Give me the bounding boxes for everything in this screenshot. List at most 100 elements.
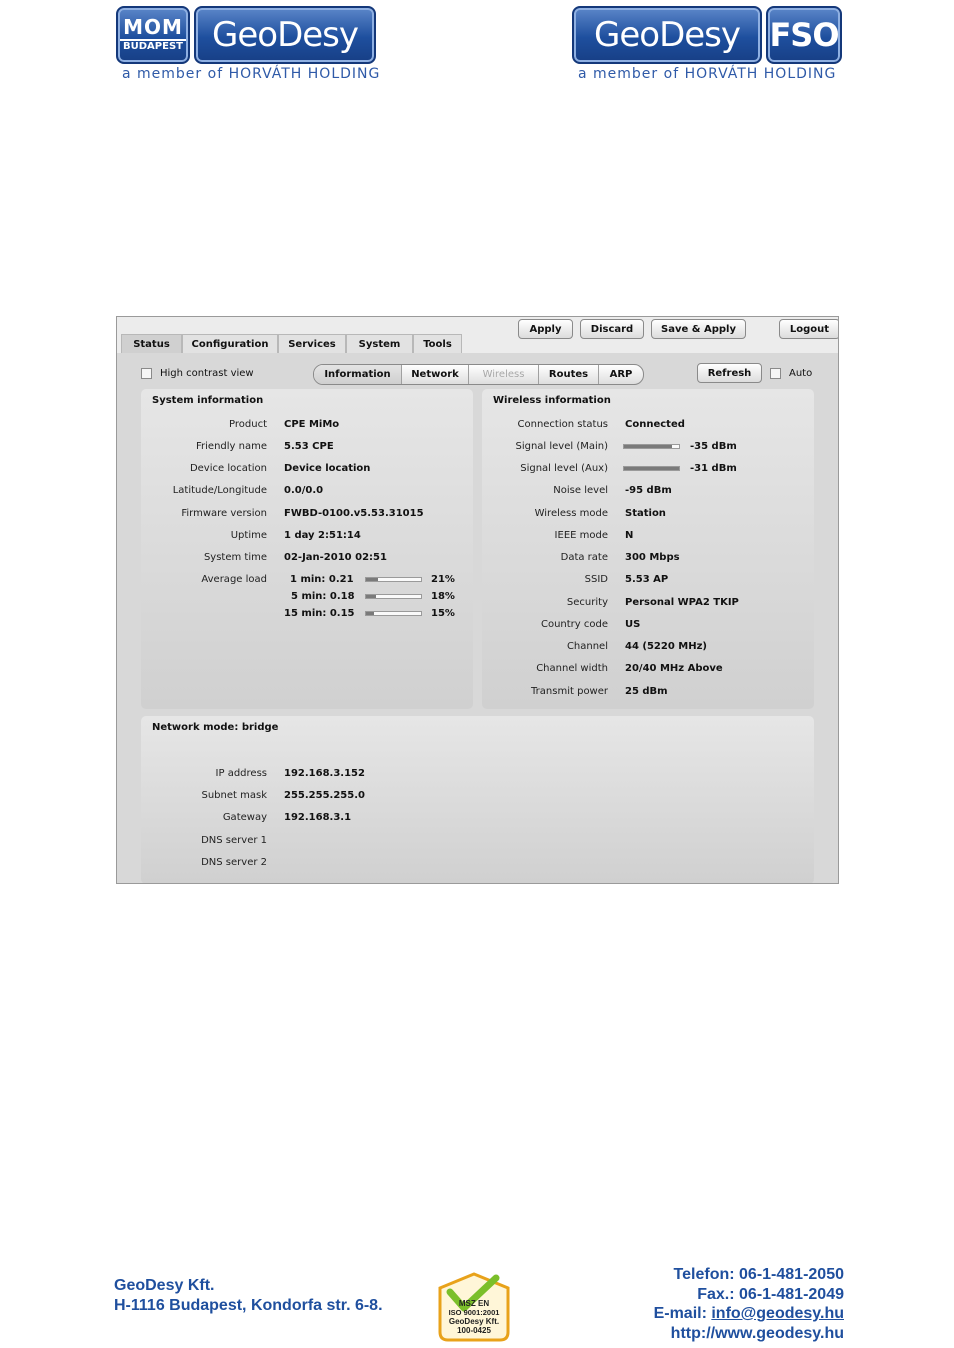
system-information-title: System information xyxy=(152,395,264,406)
load-bar-fill xyxy=(366,612,375,615)
apply-button[interactable]: Apply xyxy=(518,319,573,339)
noise-level-value: -95 dBm xyxy=(625,485,672,496)
subtab-wireless[interactable]: Wireless xyxy=(469,365,539,384)
channel-width-label: Channel width xyxy=(536,663,608,674)
geodesy-fso-logo: GeoDesy FSO a member of HORVÁTH HOLDING xyxy=(572,6,842,82)
high-contrast-checkbox[interactable] xyxy=(141,368,152,379)
gateway-label: Gateway xyxy=(222,812,267,823)
iso-certification-badge: MSZ EN ISO 9001:2001 GeoDesy Kft. 100-04… xyxy=(438,1272,510,1342)
dns-server-2-label: DNS server 2 xyxy=(201,857,267,868)
company-address-block: GeoDesy Kft. H-1116 Budapest, Kondorfa s… xyxy=(114,1276,383,1316)
subtab-network[interactable]: Network xyxy=(402,365,469,384)
subtab-arp[interactable]: ARP xyxy=(599,365,643,384)
gateway-value: 192.168.3.1 xyxy=(284,812,352,823)
signal-aux-value: -31 dBm xyxy=(690,463,737,474)
high-contrast-label: High contrast view xyxy=(160,368,254,379)
friendly-name-row: Friendly name 5.53 CPE xyxy=(141,441,473,453)
load-5min-percent: 18% xyxy=(431,591,455,602)
system-information-panel: System information Product CPE MiMo Frie… xyxy=(141,389,473,709)
dns-server-2-row: DNS server 2 xyxy=(141,857,473,869)
device-location-row: Device location Device location xyxy=(141,463,473,475)
channel-row: Channel 44 (5220 MHz) xyxy=(482,641,814,653)
load-5min-bar xyxy=(365,594,422,599)
noise-level-row: Noise level -95 dBm xyxy=(482,485,814,497)
ip-address-row: IP address 192.168.3.152 xyxy=(141,768,473,780)
friendly-name-value: 5.53 CPE xyxy=(284,441,334,452)
system-time-label: System time xyxy=(203,552,267,563)
refresh-button[interactable]: Refresh xyxy=(697,363,762,383)
wireless-information-panel: Wireless information Connection status C… xyxy=(482,389,814,709)
firmware-value: FWBD-0100.v5.53.31015 xyxy=(284,508,424,519)
geodesy-logo-box: GeoDesy xyxy=(194,6,376,64)
email-link[interactable]: info@geodesy.hu xyxy=(711,1305,844,1322)
transmit-power-row: Transmit power 25 dBm xyxy=(482,686,814,698)
uptime-value: 1 day 2:51:14 xyxy=(284,530,361,541)
system-time-row: System time 02-Jan-2010 02:51 xyxy=(141,552,473,564)
logo-tagline: a member of HORVÁTH HOLDING xyxy=(122,66,381,82)
iso-line-2: ISO 9001:2001 xyxy=(449,1308,500,1317)
load-bar-fill xyxy=(366,595,376,598)
wireless-mode-value: Station xyxy=(625,508,666,519)
uptime-label: Uptime xyxy=(230,530,267,541)
tab-configuration[interactable]: Configuration xyxy=(182,334,278,353)
status-subtabs: Information Network Wireless Routes ARP xyxy=(313,364,644,385)
country-code-label: Country code xyxy=(540,619,608,630)
auto-refresh-checkbox[interactable] xyxy=(770,368,781,379)
load-1min-bar xyxy=(365,577,422,582)
subtab-routes[interactable]: Routes xyxy=(539,365,599,384)
product-row: Product CPE MiMo xyxy=(141,419,473,431)
load-5min-value: 5 min: 0.18 xyxy=(291,591,355,602)
data-rate-row: Data rate 300 Mbps xyxy=(482,552,814,564)
friendly-name-label: Friendly name xyxy=(196,441,267,452)
connection-status-label: Connection status xyxy=(517,419,609,430)
save-apply-button[interactable]: Save & Apply xyxy=(651,319,746,339)
signal-aux-bar xyxy=(623,466,680,471)
auto-refresh-label: Auto xyxy=(789,368,813,379)
ip-address-value: 192.168.3.152 xyxy=(284,768,365,779)
fax-text: Fax.: 06-1-481-2049 xyxy=(697,1285,844,1303)
contact-block: Telefon: 06-1-481-2050 Fax.: 06-1-481-20… xyxy=(654,1265,844,1343)
channel-label: Channel xyxy=(566,641,608,652)
load-5min-row: 5 min: 0.18 18% xyxy=(141,591,473,603)
website-link[interactable]: http://www.geodesy.hu xyxy=(654,1324,844,1344)
tab-status[interactable]: Status xyxy=(121,334,182,353)
geodesy-logo-box: GeoDesy xyxy=(572,6,762,64)
ieee-mode-label: IEEE mode xyxy=(554,530,608,541)
security-label: Security xyxy=(566,597,608,608)
discard-button[interactable]: Discard xyxy=(580,319,644,339)
mom-budapest-logo-box: MOM BUDAPEST xyxy=(116,6,190,64)
tab-services[interactable]: Services xyxy=(278,334,346,353)
tab-tools[interactable]: Tools xyxy=(413,334,462,353)
signal-main-value: -35 dBm xyxy=(690,441,737,452)
uptime-row: Uptime 1 day 2:51:14 xyxy=(141,530,473,542)
iso-line-3: GeoDesy Kft. xyxy=(449,1317,499,1326)
load-15min-value: 15 min: 0.15 xyxy=(284,608,355,619)
device-status-screenshot: Status Configuration Services System Too… xyxy=(116,316,839,884)
latlon-value: 0.0/0.0 xyxy=(284,485,324,496)
ieee-mode-row: IEEE mode N xyxy=(482,530,814,542)
signal-main-row: Signal level (Main) -35 dBm xyxy=(482,441,814,453)
subnet-mask-row: Subnet mask 255.255.255.0 xyxy=(141,790,473,802)
country-code-row: Country code US xyxy=(482,619,814,631)
channel-width-value: 20/40 MHz Above xyxy=(625,663,723,674)
device-location-label: Device location xyxy=(189,463,267,474)
tab-system[interactable]: System xyxy=(346,334,413,353)
transmit-power-label: Transmit power xyxy=(531,686,608,697)
logout-button[interactable]: Logout xyxy=(779,319,838,339)
ip-address-label: IP address xyxy=(215,768,267,779)
subtab-information[interactable]: Information xyxy=(314,365,402,384)
signal-aux-label: Signal level (Aux) xyxy=(520,463,608,474)
logo-tagline: a member of HORVÁTH HOLDING xyxy=(578,66,837,82)
transmit-power-value: 25 dBm xyxy=(625,686,668,697)
wireless-mode-row: Wireless mode Station xyxy=(482,508,814,520)
system-time-value: 02-Jan-2010 02:51 xyxy=(284,552,387,563)
noise-level-label: Noise level xyxy=(553,485,608,496)
signal-main-bar xyxy=(623,444,680,449)
network-mode-title: Network mode: bridge xyxy=(152,722,279,733)
gateway-row: Gateway 192.168.3.1 xyxy=(141,812,473,824)
load-15min-bar xyxy=(365,611,422,616)
fso-logo-box: FSO xyxy=(766,6,842,64)
subnet-mask-value: 255.255.255.0 xyxy=(284,790,365,801)
network-mode-panel: Network mode: bridge IP address 192.168.… xyxy=(141,716,814,883)
ssid-value: 5.53 AP xyxy=(625,574,669,585)
